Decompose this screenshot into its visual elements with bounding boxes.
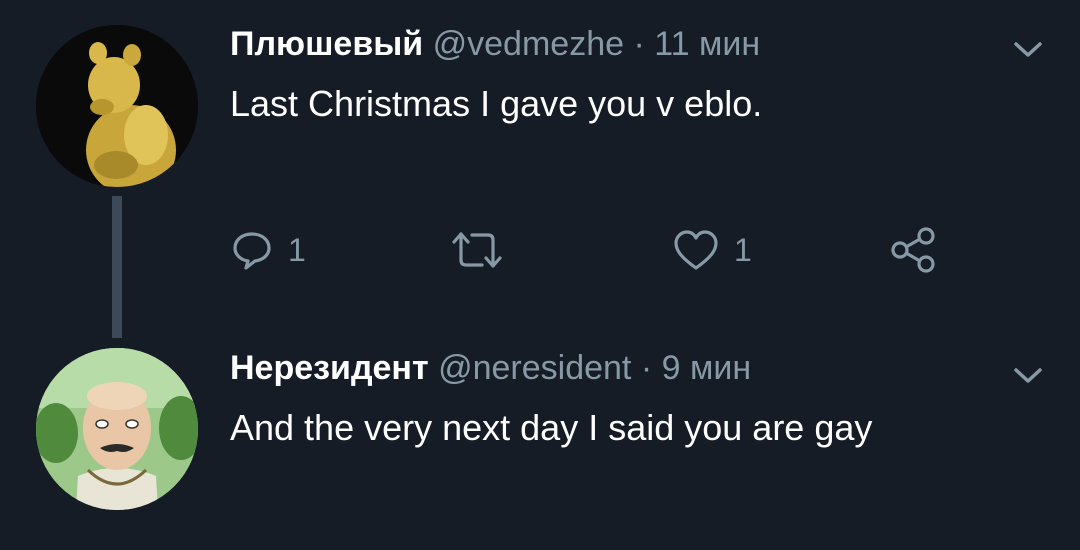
timestamp[interactable]: 9 мин (662, 349, 752, 387)
timestamp[interactable]: 11 мин (654, 25, 760, 63)
tweet-actions: 1 1 (0, 222, 1080, 278)
tweet-text: And the very next day I said you are gay (230, 407, 873, 448)
retweet-button[interactable] (448, 222, 506, 278)
avatar[interactable] (36, 25, 198, 187)
yellow-bear-avatar (36, 25, 198, 187)
chevron-down-icon[interactable] (1012, 364, 1044, 386)
reply-icon (233, 232, 271, 270)
separator: · (633, 25, 645, 63)
share-button[interactable] (888, 222, 938, 278)
tweet-text: Last Christmas I gave you v eblo. (230, 83, 763, 124)
retweet-icon (452, 232, 502, 268)
tweet[interactable]: Плюшевый @vedmezhe · 11 мин Last Christm… (0, 0, 1080, 338)
like-button[interactable]: 1 (672, 222, 752, 278)
author-handle[interactable]: @neresident (438, 349, 631, 387)
author-handle[interactable]: @vedmezhe (433, 25, 624, 63)
share-icon (891, 227, 935, 273)
cartoon-man-avatar (36, 348, 198, 510)
like-count: 1 (734, 231, 752, 268)
reply-count: 1 (288, 231, 306, 268)
author-name[interactable]: Нерезидент (230, 349, 429, 387)
author-name[interactable]: Плюшевый (230, 25, 423, 63)
avatar[interactable] (36, 348, 198, 510)
like-icon (674, 230, 718, 270)
chevron-down-icon[interactable] (1012, 38, 1044, 60)
separator: · (640, 349, 653, 387)
tweet-header: Плюшевый @vedmezhe · 11 мин (230, 24, 760, 64)
reply-button[interactable]: 1 (230, 222, 306, 278)
tweet[interactable]: Нерезидент @neresident · 9 мин And the v… (0, 320, 1080, 550)
tweet-header: Нерезидент @neresident · 9 мин (230, 348, 751, 388)
